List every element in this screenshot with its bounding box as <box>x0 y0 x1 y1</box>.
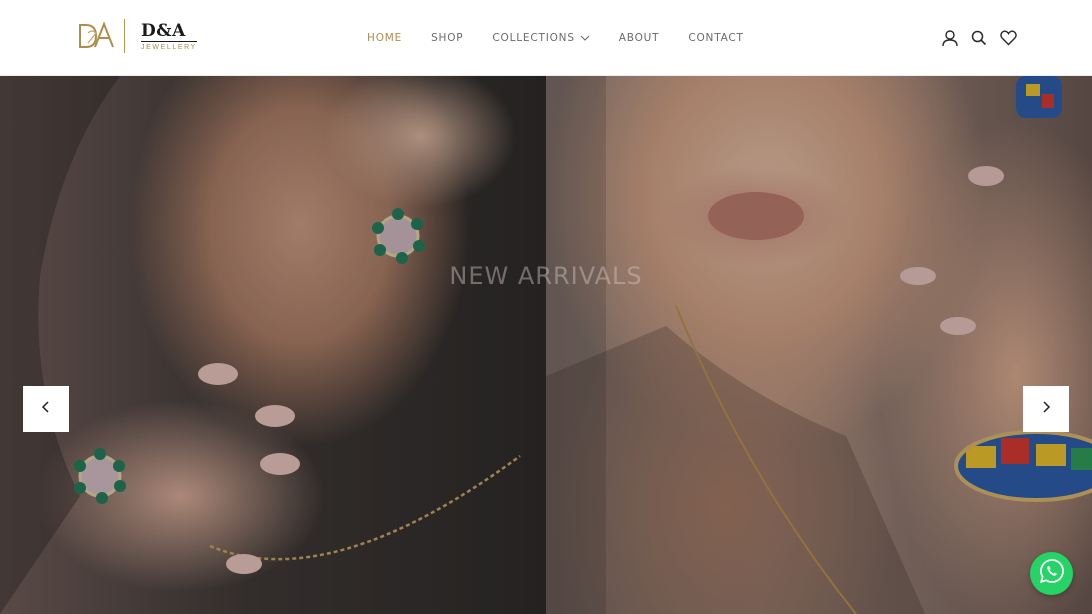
site-header: D&A JEWELLERY HOME SHOP COLLECTIONS ABOU… <box>0 0 1092 76</box>
nav-contact[interactable]: CONTACT <box>688 30 743 46</box>
search-icon[interactable] <box>969 28 989 48</box>
hero-slider: NEW ARRIVALS <box>0 76 1092 614</box>
slider-next-button[interactable] <box>1023 386 1069 432</box>
nav-shop-label: SHOP <box>431 32 464 44</box>
nav-collections[interactable]: COLLECTIONS <box>492 30 590 46</box>
logo-name: D&A <box>141 22 197 42</box>
logo-monogram <box>76 19 116 53</box>
hero-title: NEW ARRIVALS <box>449 262 643 290</box>
main-nav: HOME SHOP COLLECTIONS ABOUT CONTACT <box>367 30 773 46</box>
nav-about-label: ABOUT <box>618 32 660 44</box>
chevron-down-icon <box>580 30 590 46</box>
logo-wordmark: D&A JEWELLERY <box>141 22 197 51</box>
whatsapp-icon <box>1039 558 1065 589</box>
nav-shop[interactable]: SHOP <box>431 30 463 46</box>
chevron-right-icon <box>1041 400 1051 419</box>
brand-logo[interactable]: D&A JEWELLERY <box>76 18 197 54</box>
wishlist-heart-icon[interactable] <box>998 28 1018 48</box>
nav-contact-label: CONTACT <box>688 32 744 44</box>
nav-collections-label: COLLECTIONS <box>492 32 575 44</box>
account-icon[interactable] <box>940 28 960 48</box>
nav-home-label: HOME <box>367 32 403 44</box>
nav-home[interactable]: HOME <box>367 30 402 46</box>
chevron-left-icon <box>41 400 51 419</box>
hero-overlay <box>0 76 1092 614</box>
nav-about[interactable]: ABOUT <box>619 30 660 46</box>
logo-tagline: JEWELLERY <box>141 43 197 51</box>
slider-prev-button[interactable] <box>23 386 69 432</box>
header-icons <box>940 28 1027 48</box>
whatsapp-chat-button[interactable] <box>1030 552 1073 595</box>
logo-divider <box>124 19 125 53</box>
